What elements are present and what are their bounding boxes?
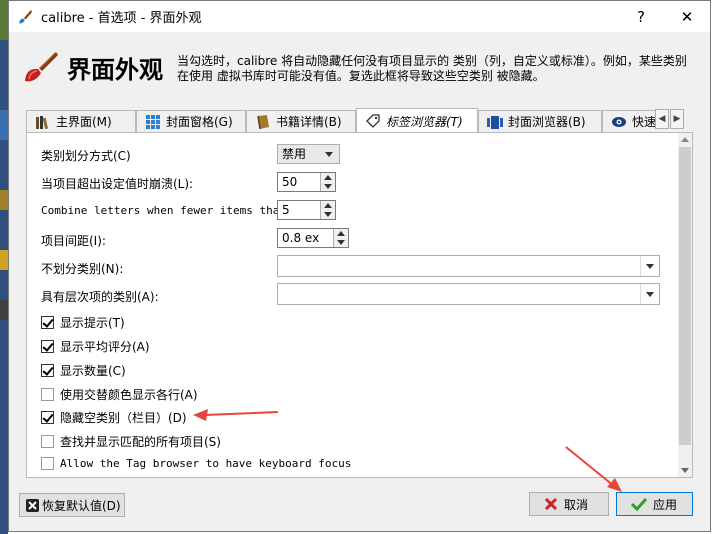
cover-browser-icon — [487, 115, 503, 129]
tab-label: 书籍详情(B) — [276, 115, 342, 129]
hierarchy-label: 具有层次项的类别(A): — [41, 290, 159, 304]
spin-up-icon — [324, 175, 332, 180]
item-spacing-label: 项目间距(I): — [41, 234, 106, 248]
item-spacing-value: 0.8 ex — [282, 231, 320, 245]
checkbox-label: 使用交替颜色显示各行(A) — [60, 388, 198, 402]
checkbox-box[interactable] — [41, 316, 54, 329]
checkbox-label: Allow the Tag browser to have keyboard f… — [60, 457, 352, 470]
chevron-down-icon — [646, 292, 654, 297]
checkbox-box[interactable] — [41, 340, 54, 353]
tab-book-details[interactable]: 书籍详情(B) — [246, 110, 356, 132]
combine-letters-spinbox[interactable]: 5 — [277, 200, 336, 220]
tab-cover-grid[interactable]: 封面窗格(G) — [136, 110, 246, 132]
checkbox-box[interactable] — [41, 364, 54, 377]
grid-icon — [146, 114, 160, 129]
calibre-brush-icon — [19, 9, 32, 23]
help-button[interactable]: ? — [618, 1, 664, 32]
item-spacing-spinbox[interactable]: 0.8 ex — [277, 228, 349, 248]
checkbox-alternating-colors[interactable]: 使用交替颜色显示各行(A) — [41, 386, 198, 403]
checkbox-box[interactable] — [41, 435, 54, 448]
scroll-down-icon[interactable] — [681, 468, 689, 473]
combine-letters-value: 5 — [282, 203, 290, 217]
scroll-up-icon[interactable] — [681, 137, 689, 142]
spin-down-icon — [324, 184, 332, 189]
checkbox-label: 查找并显示匹配的所有项目(S) — [60, 435, 221, 449]
collapse-threshold-label: 当项目超出设定值时崩溃(L): — [41, 177, 194, 191]
paintbrush-icon — [25, 52, 58, 82]
tab-label: 标签浏览器(T) — [386, 114, 463, 129]
window-title: calibre - 首选项 - 界面外观 — [41, 11, 202, 26]
spin-buttons[interactable] — [320, 201, 335, 219]
restore-defaults-label: 恢复默认值(D) — [42, 498, 121, 513]
hierarchy-combobox[interactable] — [277, 283, 660, 305]
checkbox-find-all-matches[interactable]: 查找并显示匹配的所有项目(S) — [41, 433, 221, 450]
dropdown-button[interactable] — [640, 284, 659, 304]
panel-scrollbar[interactable] — [678, 133, 692, 477]
checkbox-show-avg-rating[interactable]: 显示平均评分(A) — [41, 338, 150, 355]
chevron-down-icon — [646, 264, 654, 269]
clear-icon — [26, 498, 39, 512]
checkbox-box[interactable] — [41, 411, 54, 424]
checkmark-icon — [631, 497, 647, 511]
cancel-icon — [544, 497, 558, 511]
no-partition-combobox[interactable] — [277, 255, 660, 277]
title-bar: calibre - 首选项 - 界面外观 ? ✕ — [9, 1, 710, 32]
page-description: 当勾选时，calibre 将自动隐藏任何没有项目显示的 类别（列，自定义或标准）… — [177, 54, 687, 83]
tab-scroll-left-button[interactable]: ◀ — [655, 109, 669, 129]
tab-label: 主界面(M) — [56, 115, 112, 129]
category-partition-value: 禁用 — [282, 147, 307, 161]
dropdown-button[interactable] — [640, 256, 659, 276]
tag-browser-settings-panel: 类别划分方式(C) 禁用 当项目超出设定值时崩溃(L): 50 Combine … — [26, 132, 693, 478]
restore-defaults-button[interactable]: 恢复默认值(D) — [19, 493, 125, 517]
scrollbar-thumb[interactable] — [679, 147, 691, 445]
eye-icon — [612, 116, 626, 127]
library-books-icon — [36, 115, 48, 129]
checkbox-label: 隐藏空类别（栏目）(D) — [60, 411, 187, 425]
collapse-threshold-spinbox[interactable]: 50 — [277, 172, 336, 192]
collapse-threshold-value: 50 — [282, 175, 298, 189]
checkbox-hide-empty-categories[interactable]: 隐藏空类别（栏目）(D) — [41, 409, 187, 426]
checkbox-keyboard-focus[interactable]: Allow the Tag browser to have keyboard f… — [41, 457, 351, 470]
combine-letters-label: Combine letters when fewer items than: — [41, 204, 293, 217]
preferences-window: calibre - 首选项 - 界面外观 ? ✕ 界面外观 当勾选时，calib… — [8, 0, 711, 532]
checkbox-box[interactable] — [41, 457, 54, 470]
tab-main-interface[interactable]: 主界面(M) — [26, 110, 136, 132]
tab-label: 封面窗格(G) — [166, 115, 233, 129]
checkbox-show-counts[interactable]: 显示数量(C) — [41, 362, 126, 379]
spin-down-icon — [324, 212, 332, 217]
checkbox-label: 显示提示(T) — [60, 316, 125, 330]
tag-icon — [366, 114, 380, 128]
cancel-button[interactable]: 取消 — [529, 492, 609, 516]
spin-up-icon — [324, 203, 332, 208]
checkbox-label: 显示平均评分(A) — [60, 340, 150, 354]
background-app-edge — [0, 0, 8, 534]
category-partition-select[interactable]: 禁用 — [277, 144, 340, 164]
tab-scroll-right-button[interactable]: ▶ — [670, 109, 684, 129]
tab-tag-browser[interactable]: 标签浏览器(T) — [356, 108, 478, 132]
tab-cover-browser[interactable]: 封面浏览器(B) — [478, 110, 602, 132]
apply-button[interactable]: 应用 — [616, 492, 693, 516]
cancel-label: 取消 — [564, 497, 589, 512]
checkbox-label: 显示数量(C) — [60, 364, 126, 378]
apply-label: 应用 — [653, 497, 678, 512]
no-partition-label: 不划分类别(N): — [41, 262, 124, 276]
book-icon — [257, 114, 269, 129]
spin-buttons[interactable] — [333, 229, 348, 247]
spin-up-icon — [337, 231, 345, 236]
spin-down-icon — [337, 240, 345, 245]
checkbox-show-tooltips[interactable]: 显示提示(T) — [41, 314, 125, 331]
spin-buttons[interactable] — [320, 173, 335, 191]
chevron-down-icon — [325, 152, 333, 157]
tab-label: 封面浏览器(B) — [508, 115, 586, 129]
page-title: 界面外观 — [67, 56, 163, 84]
close-button[interactable]: ✕ — [664, 1, 710, 32]
page-header: 界面外观 当勾选时，calibre 将自动隐藏任何没有项目显示的 类别（列，自定… — [9, 32, 710, 90]
tab-bar: 主界面(M) 封面窗格(G) 书籍详情(B) 标签浏览器(T) 封面浏览器(B)… — [26, 108, 664, 132]
checkbox-box[interactable] — [41, 388, 54, 401]
category-partition-label: 类别划分方式(C) — [41, 149, 131, 163]
